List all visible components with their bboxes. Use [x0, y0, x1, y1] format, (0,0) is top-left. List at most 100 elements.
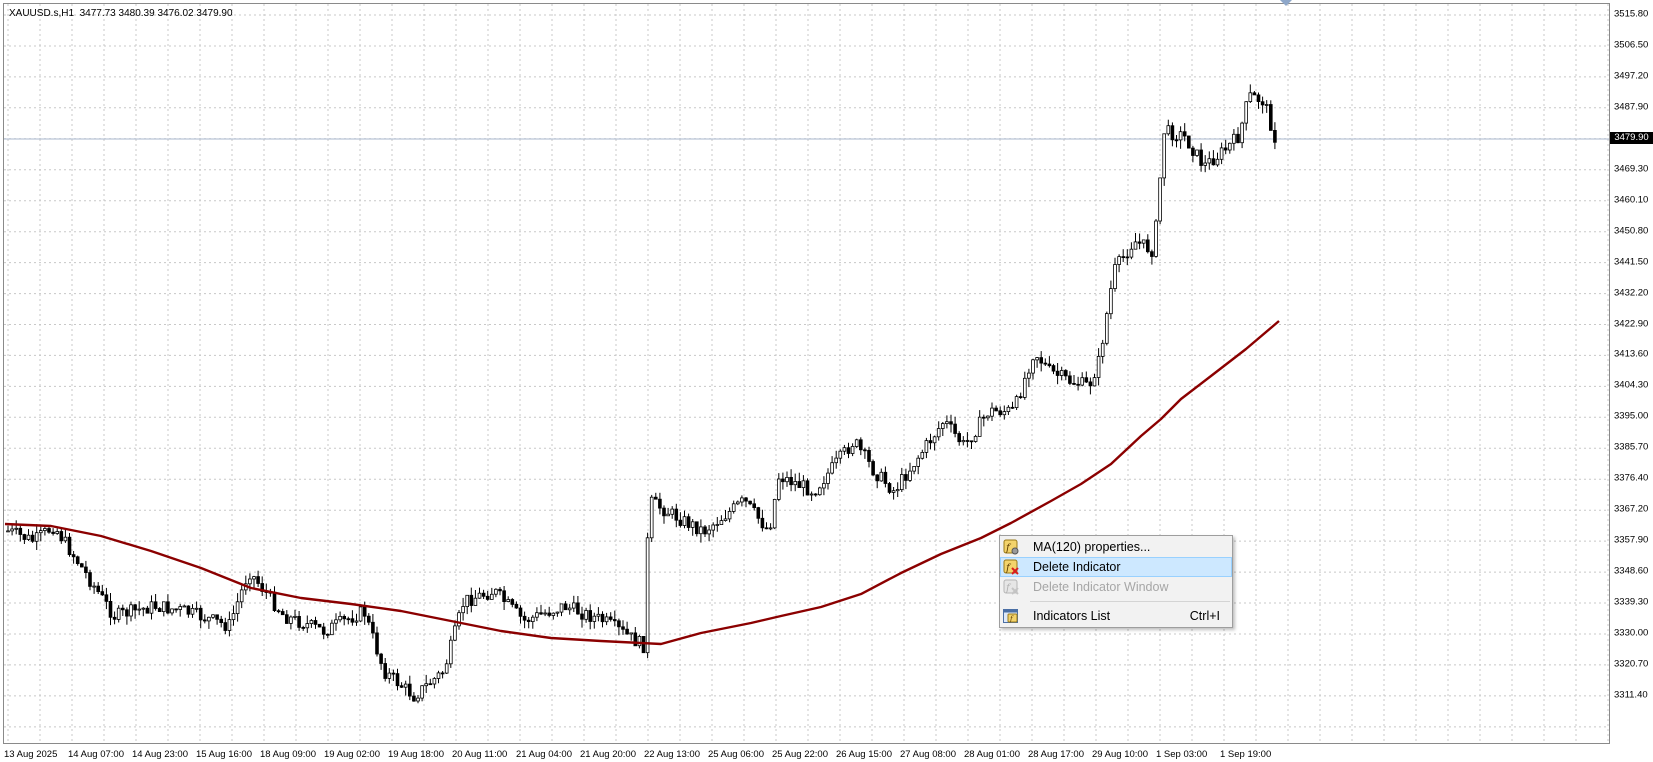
menu-item-indicators-list[interactable]: f Indicators List Ctrl+I	[1000, 606, 1232, 626]
price-chart[interactable]	[4, 4, 1610, 744]
candle	[686, 513, 691, 531]
candle	[219, 615, 224, 628]
price-axis-label: 3367.20	[1614, 503, 1649, 515]
candle	[284, 610, 289, 624]
candle	[317, 623, 322, 628]
candle	[280, 608, 285, 616]
time-axis-label: 19 Aug 18:00	[388, 749, 444, 760]
candle	[1269, 100, 1273, 131]
candle	[1084, 371, 1089, 383]
candle	[55, 528, 59, 535]
menu-item-ma-properties[interactable]: f MA(120) properties...	[1000, 537, 1232, 557]
candle	[88, 569, 92, 591]
candle	[908, 462, 912, 482]
candle	[260, 576, 264, 596]
candle	[658, 492, 662, 515]
candle	[617, 618, 621, 636]
candle	[736, 500, 740, 506]
candle	[1174, 135, 1179, 148]
candle	[764, 522, 769, 530]
candle	[1047, 356, 1052, 368]
candle	[1010, 401, 1015, 409]
chart-area[interactable]: XAUUSD.s,H1 3477.73 3480.39 3476.02 3479…	[3, 3, 1610, 744]
candle	[789, 469, 793, 492]
candle	[707, 525, 711, 542]
candle	[1256, 92, 1261, 109]
candle	[342, 614, 346, 626]
context-menu[interactable]: f MA(120) properties... f Delete Indicat…	[999, 535, 1233, 628]
time-axis-label: 28 Aug 17:00	[1028, 749, 1084, 760]
candle	[502, 586, 506, 610]
candle	[235, 593, 240, 622]
candle	[141, 607, 146, 617]
candle	[637, 634, 642, 649]
candle	[756, 506, 761, 524]
candle	[559, 603, 564, 617]
candle	[785, 471, 789, 487]
candle	[793, 473, 797, 492]
candle	[797, 472, 802, 488]
current-price-tag: 3479.90	[1610, 132, 1653, 144]
price-axis-label: 3441.50	[1614, 256, 1649, 268]
candle	[994, 405, 998, 412]
candle	[104, 587, 109, 610]
candle	[961, 436, 966, 446]
candle	[231, 605, 236, 626]
candle	[506, 596, 510, 603]
candle	[699, 519, 703, 543]
candle	[305, 615, 310, 633]
candle	[580, 606, 584, 628]
candle	[215, 614, 219, 625]
candle	[469, 587, 474, 613]
candle	[744, 497, 748, 508]
candle	[666, 507, 670, 517]
time-axis-label: 1 Sep 19:00	[1220, 749, 1272, 760]
candle	[309, 619, 314, 628]
candle	[867, 446, 871, 468]
candle	[863, 447, 867, 459]
candle	[1027, 368, 1031, 388]
candle	[485, 590, 490, 601]
candle	[498, 587, 502, 596]
candle	[522, 611, 527, 629]
candle	[1068, 371, 1072, 386]
symbol-ohlc-header: XAUUSD.s,H1 3477.73 3480.39 3476.02 3479…	[9, 8, 233, 19]
candle	[1260, 96, 1265, 114]
candle	[826, 468, 830, 490]
candle	[1273, 122, 1277, 150]
price-axis-label: 3450.80	[1614, 225, 1649, 237]
time-axis-label: 18 Aug 09:00	[260, 749, 316, 760]
candle	[383, 658, 387, 682]
price-axis-label: 3413.60	[1614, 348, 1649, 360]
candle	[596, 607, 601, 622]
candle	[1162, 133, 1167, 186]
candle	[912, 465, 916, 475]
candle	[662, 505, 666, 524]
price-axis-label: 3432.20	[1614, 287, 1649, 299]
candle	[133, 604, 137, 619]
candle	[313, 616, 318, 629]
candle	[297, 611, 301, 631]
candle	[535, 607, 539, 622]
candle	[1064, 369, 1068, 381]
candle	[854, 438, 859, 449]
candle	[1211, 150, 1216, 166]
candle	[182, 604, 187, 608]
candle	[543, 609, 547, 617]
candle	[170, 608, 174, 616]
candle	[1055, 363, 1060, 385]
candle	[690, 519, 695, 536]
chart-shift-marker[interactable]	[1280, 0, 1292, 6]
time-axis-label: 28 Aug 01:00	[964, 749, 1020, 760]
candle	[1207, 151, 1212, 170]
candle	[489, 587, 494, 600]
candle	[30, 530, 35, 543]
menu-item-delete-indicator[interactable]: f Delete Indicator	[1000, 557, 1232, 577]
candle	[555, 611, 560, 617]
candle	[399, 682, 404, 688]
candle	[1228, 142, 1232, 154]
candle	[682, 510, 687, 529]
candle	[1105, 311, 1109, 346]
candle	[1006, 405, 1011, 415]
candle	[990, 402, 994, 421]
